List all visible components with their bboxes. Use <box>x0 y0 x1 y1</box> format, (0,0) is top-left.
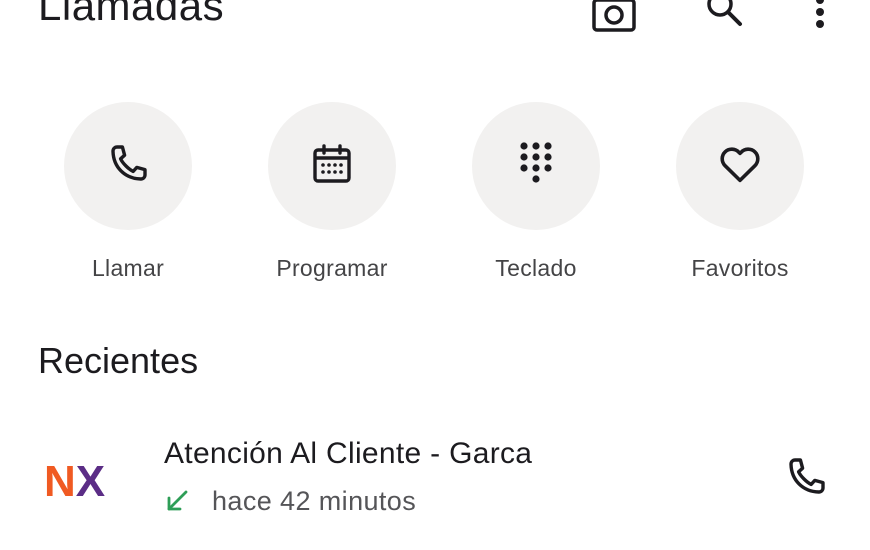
call-back-button[interactable] <box>776 449 836 509</box>
keypad-action-circle[interactable] <box>472 102 600 230</box>
keypad-action[interactable]: Teclado <box>446 102 626 292</box>
favorites-action-label: Favoritos <box>691 255 789 281</box>
svg-text:NX: NX <box>44 457 105 506</box>
favorites-action[interactable]: Favoritos <box>650 102 830 292</box>
calendar-icon <box>308 140 356 193</box>
keypad-action-label: Teclado <box>495 255 577 281</box>
schedule-action[interactable]: Programar <box>242 102 422 292</box>
recents-section-title: Recientes <box>38 340 199 381</box>
more-options-button[interactable] <box>796 0 844 40</box>
phone-icon <box>782 453 830 506</box>
more-vert-icon <box>796 0 844 43</box>
contact-avatar: NX <box>40 453 124 509</box>
heart-icon <box>716 140 764 193</box>
search-button[interactable] <box>700 0 748 40</box>
camera-button[interactable] <box>590 0 638 40</box>
nx-logo: NX <box>44 457 105 506</box>
calls-screen: Llamadas Llamar Programar Teclado Favori… <box>0 0 870 550</box>
call-time: hace 42 minutos <box>212 485 417 516</box>
recent-call-item[interactable]: NX Atención Al Cliente - Garca hace 42 m… <box>0 425 870 535</box>
call-action-circle[interactable] <box>64 102 192 230</box>
contact-name: Atención Al Cliente - Garca <box>164 437 533 470</box>
favorites-action-circle[interactable] <box>676 102 804 230</box>
app-header: Llamadas <box>0 0 870 60</box>
quick-actions: Llamar Programar Teclado Favoritos <box>0 102 870 292</box>
page-title: Llamadas <box>38 0 225 29</box>
search-icon <box>700 0 748 43</box>
call-action[interactable]: Llamar <box>38 102 218 292</box>
call-meta: hace 42 minutos <box>164 483 416 519</box>
phone-icon <box>104 140 152 193</box>
dialpad-icon <box>512 138 560 195</box>
incoming-call-arrow-icon <box>164 488 190 514</box>
schedule-action-label: Programar <box>276 255 388 281</box>
call-action-label: Llamar <box>91 255 165 281</box>
schedule-action-circle[interactable] <box>268 102 396 230</box>
camera-icon <box>590 0 638 43</box>
